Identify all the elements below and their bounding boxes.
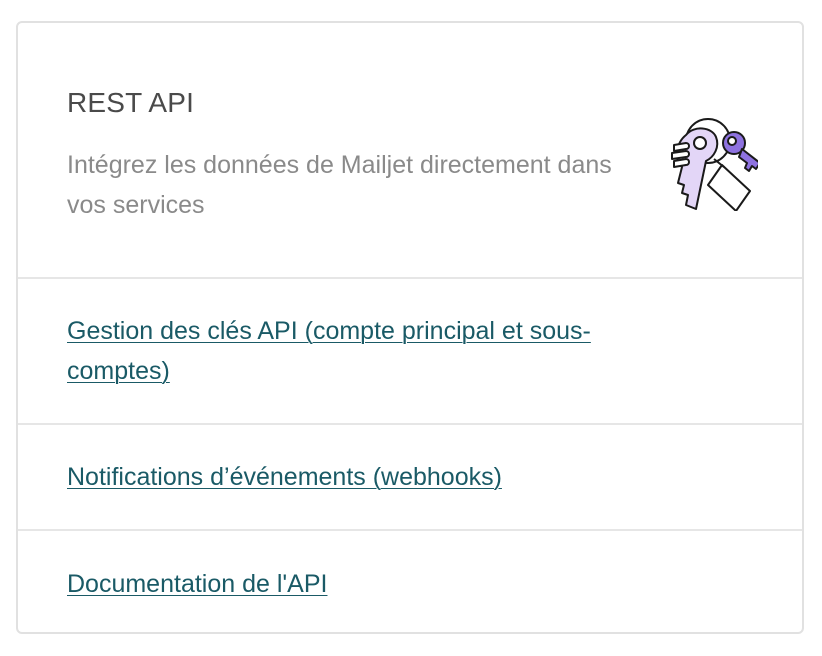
- card-subtitle: Intégrez les données de Mailjet directem…: [67, 151, 612, 219]
- link-row-webhooks: Notifications d’événements (webhooks): [18, 425, 802, 531]
- rest-api-card: REST API Intégrez les données de Mailjet…: [16, 21, 804, 634]
- api-documentation-link[interactable]: Documentation de l'API: [67, 564, 327, 604]
- keys-icon: [671, 118, 758, 211]
- webhooks-link[interactable]: Notifications d’événements (webhooks): [67, 457, 502, 497]
- link-row-documentation: Documentation de l'API: [18, 531, 802, 632]
- link-row-api-keys: Gestion des clés API (compte principal e…: [18, 279, 802, 425]
- card-header: REST API Intégrez les données de Mailjet…: [18, 23, 802, 279]
- card-title: REST API: [67, 87, 195, 118]
- api-keys-link[interactable]: Gestion des clés API (compte principal e…: [67, 311, 667, 391]
